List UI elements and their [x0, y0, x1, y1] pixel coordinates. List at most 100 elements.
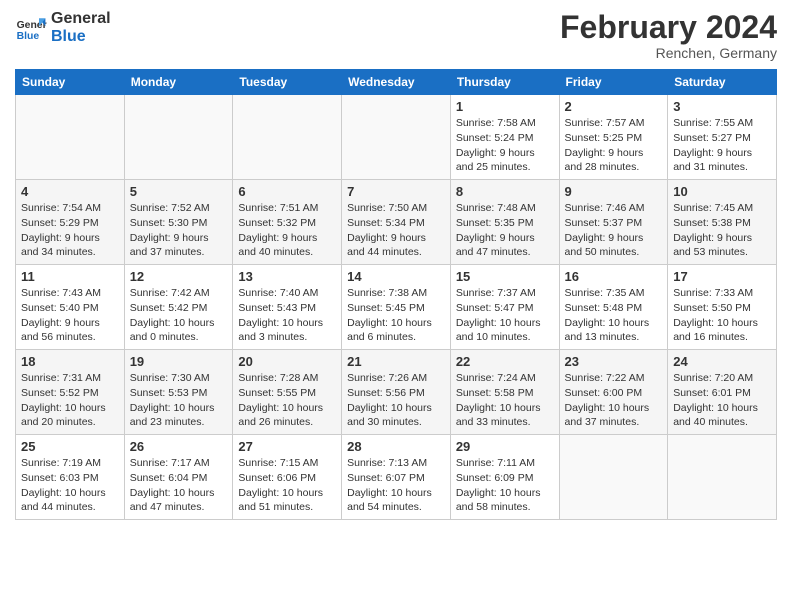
month-title: February 2024 [560, 10, 777, 45]
logo: General Blue General Blue [15, 10, 111, 45]
day-info: Sunrise: 7:13 AMSunset: 6:07 PMDaylight:… [347, 456, 445, 515]
day-number: 26 [130, 439, 228, 454]
table-row: 6 Sunrise: 7:51 AMSunset: 5:32 PMDaylight… [233, 180, 342, 265]
day-number: 29 [456, 439, 554, 454]
day-number: 27 [238, 439, 336, 454]
header-tuesday: Tuesday [233, 70, 342, 95]
table-row [124, 95, 233, 180]
table-row: 8 Sunrise: 7:48 AMSunset: 5:35 PMDaylight… [450, 180, 559, 265]
day-info: Sunrise: 7:33 AMSunset: 5:50 PMDaylight:… [673, 286, 771, 345]
day-number: 8 [456, 184, 554, 199]
day-number: 10 [673, 184, 771, 199]
table-row: 23 Sunrise: 7:22 AMSunset: 6:00 PMDayligh… [559, 350, 668, 435]
day-number: 24 [673, 354, 771, 369]
day-number: 11 [21, 269, 119, 284]
table-row: 18 Sunrise: 7:31 AMSunset: 5:52 PMDayligh… [16, 350, 125, 435]
day-info: Sunrise: 7:43 AMSunset: 5:40 PMDaylight:… [21, 286, 119, 345]
header-monday: Monday [124, 70, 233, 95]
table-row: 27 Sunrise: 7:15 AMSunset: 6:06 PMDayligh… [233, 435, 342, 520]
day-info: Sunrise: 7:55 AMSunset: 5:27 PMDaylight:… [673, 116, 771, 175]
day-number: 23 [565, 354, 663, 369]
day-info: Sunrise: 7:51 AMSunset: 5:32 PMDaylight:… [238, 201, 336, 260]
day-info: Sunrise: 7:40 AMSunset: 5:43 PMDaylight:… [238, 286, 336, 345]
day-number: 15 [456, 269, 554, 284]
table-row: 14 Sunrise: 7:38 AMSunset: 5:45 PMDayligh… [342, 265, 451, 350]
table-row: 28Sunrise: 7:13 AMSunset: 6:07 PMDayligh… [342, 435, 451, 520]
day-number: 16 [565, 269, 663, 284]
logo-icon: General Blue [15, 12, 47, 44]
weekday-header-row: Sunday Monday Tuesday Wednesday Thursday… [16, 70, 777, 95]
day-info: Sunrise: 7:11 AMSunset: 6:09 PMDaylight:… [456, 456, 554, 515]
table-row [668, 435, 777, 520]
header-wednesday: Wednesday [342, 70, 451, 95]
day-number: 9 [565, 184, 663, 199]
day-info: Sunrise: 7:48 AMSunset: 5:35 PMDaylight:… [456, 201, 554, 260]
table-row: 1 Sunrise: 7:58 AMSunset: 5:24 PMDaylight… [450, 95, 559, 180]
header-thursday: Thursday [450, 70, 559, 95]
svg-text:Blue: Blue [17, 31, 40, 42]
day-info: Sunrise: 7:24 AMSunset: 5:58 PMDaylight:… [456, 371, 554, 430]
day-number: 3 [673, 99, 771, 114]
day-info: Sunrise: 7:46 AMSunset: 5:37 PMDaylight:… [565, 201, 663, 260]
day-number: 21 [347, 354, 445, 369]
logo-line2: Blue [51, 28, 111, 46]
table-row: 22 Sunrise: 7:24 AMSunset: 5:58 PMDayligh… [450, 350, 559, 435]
day-number: 2 [565, 99, 663, 114]
day-info: Sunrise: 7:54 AMSunset: 5:29 PMDaylight:… [21, 201, 119, 260]
day-info: Sunrise: 7:31 AMSunset: 5:52 PMDaylight:… [21, 371, 119, 430]
day-number: 19 [130, 354, 228, 369]
day-info: Sunrise: 7:38 AMSunset: 5:45 PMDaylight:… [347, 286, 445, 345]
day-number: 6 [238, 184, 336, 199]
week-row-2: 4 Sunrise: 7:54 AMSunset: 5:29 PMDaylight… [16, 180, 777, 265]
day-info: Sunrise: 7:50 AMSunset: 5:34 PMDaylight:… [347, 201, 445, 260]
table-row [233, 95, 342, 180]
day-number: 22 [456, 354, 554, 369]
day-info: Sunrise: 7:52 AMSunset: 5:30 PMDaylight:… [130, 201, 228, 260]
day-info: Sunrise: 7:58 AMSunset: 5:24 PMDaylight:… [456, 116, 554, 175]
table-row: 19Sunrise: 7:30 AMSunset: 5:53 PMDayligh… [124, 350, 233, 435]
day-info: Sunrise: 7:37 AMSunset: 5:47 PMDaylight:… [456, 286, 554, 345]
day-number: 7 [347, 184, 445, 199]
day-number: 4 [21, 184, 119, 199]
table-row: 7 Sunrise: 7:50 AMSunset: 5:34 PMDaylight… [342, 180, 451, 265]
week-row-4: 18 Sunrise: 7:31 AMSunset: 5:52 PMDayligh… [16, 350, 777, 435]
table-row: 24 Sunrise: 7:20 AMSunset: 6:01 PMDayligh… [668, 350, 777, 435]
table-row: 10 Sunrise: 7:45 AMSunset: 5:38 PMDayligh… [668, 180, 777, 265]
table-row: 3 Sunrise: 7:55 AMSunset: 5:27 PMDaylight… [668, 95, 777, 180]
day-number: 12 [130, 269, 228, 284]
day-number: 1 [456, 99, 554, 114]
header-friday: Friday [559, 70, 668, 95]
table-row [559, 435, 668, 520]
table-row: 16Sunrise: 7:35 AMSunset: 5:48 PMDayligh… [559, 265, 668, 350]
day-number: 5 [130, 184, 228, 199]
page-header: General Blue General Blue February 2024 … [15, 10, 777, 61]
table-row: 2 Sunrise: 7:57 AMSunset: 5:25 PMDaylight… [559, 95, 668, 180]
table-row: 25 Sunrise: 7:19 AMSunset: 6:03 PMDayligh… [16, 435, 125, 520]
day-number: 13 [238, 269, 336, 284]
day-info: Sunrise: 7:26 AMSunset: 5:56 PMDaylight:… [347, 371, 445, 430]
day-info: Sunrise: 7:17 AMSunset: 6:04 PMDaylight:… [130, 456, 228, 515]
day-info: Sunrise: 7:28 AMSunset: 5:55 PMDaylight:… [238, 371, 336, 430]
day-info: Sunrise: 7:19 AMSunset: 6:03 PMDaylight:… [21, 456, 119, 515]
table-row: 17 Sunrise: 7:33 AMSunset: 5:50 PMDayligh… [668, 265, 777, 350]
week-row-3: 11 Sunrise: 7:43 AMSunset: 5:40 PMDayligh… [16, 265, 777, 350]
day-info: Sunrise: 7:42 AMSunset: 5:42 PMDaylight:… [130, 286, 228, 345]
day-info: Sunrise: 7:45 AMSunset: 5:38 PMDaylight:… [673, 201, 771, 260]
day-info: Sunrise: 7:20 AMSunset: 6:01 PMDaylight:… [673, 371, 771, 430]
table-row: 21 Sunrise: 7:26 AMSunset: 5:56 PMDayligh… [342, 350, 451, 435]
day-number: 14 [347, 269, 445, 284]
table-row: 4 Sunrise: 7:54 AMSunset: 5:29 PMDaylight… [16, 180, 125, 265]
day-info: Sunrise: 7:15 AMSunset: 6:06 PMDaylight:… [238, 456, 336, 515]
table-row: 9 Sunrise: 7:46 AMSunset: 5:37 PMDaylight… [559, 180, 668, 265]
day-number: 20 [238, 354, 336, 369]
day-info: Sunrise: 7:22 AMSunset: 6:00 PMDaylight:… [565, 371, 663, 430]
day-info: Sunrise: 7:57 AMSunset: 5:25 PMDaylight:… [565, 116, 663, 175]
day-number: 17 [673, 269, 771, 284]
day-number: 18 [21, 354, 119, 369]
table-row: 15 Sunrise: 7:37 AMSunset: 5:47 PMDayligh… [450, 265, 559, 350]
week-row-5: 25 Sunrise: 7:19 AMSunset: 6:03 PMDayligh… [16, 435, 777, 520]
table-row: 5 Sunrise: 7:52 AMSunset: 5:30 PMDaylight… [124, 180, 233, 265]
day-number: 25 [21, 439, 119, 454]
table-row: 20 Sunrise: 7:28 AMSunset: 5:55 PMDayligh… [233, 350, 342, 435]
week-row-1: 1 Sunrise: 7:58 AMSunset: 5:24 PMDaylight… [16, 95, 777, 180]
